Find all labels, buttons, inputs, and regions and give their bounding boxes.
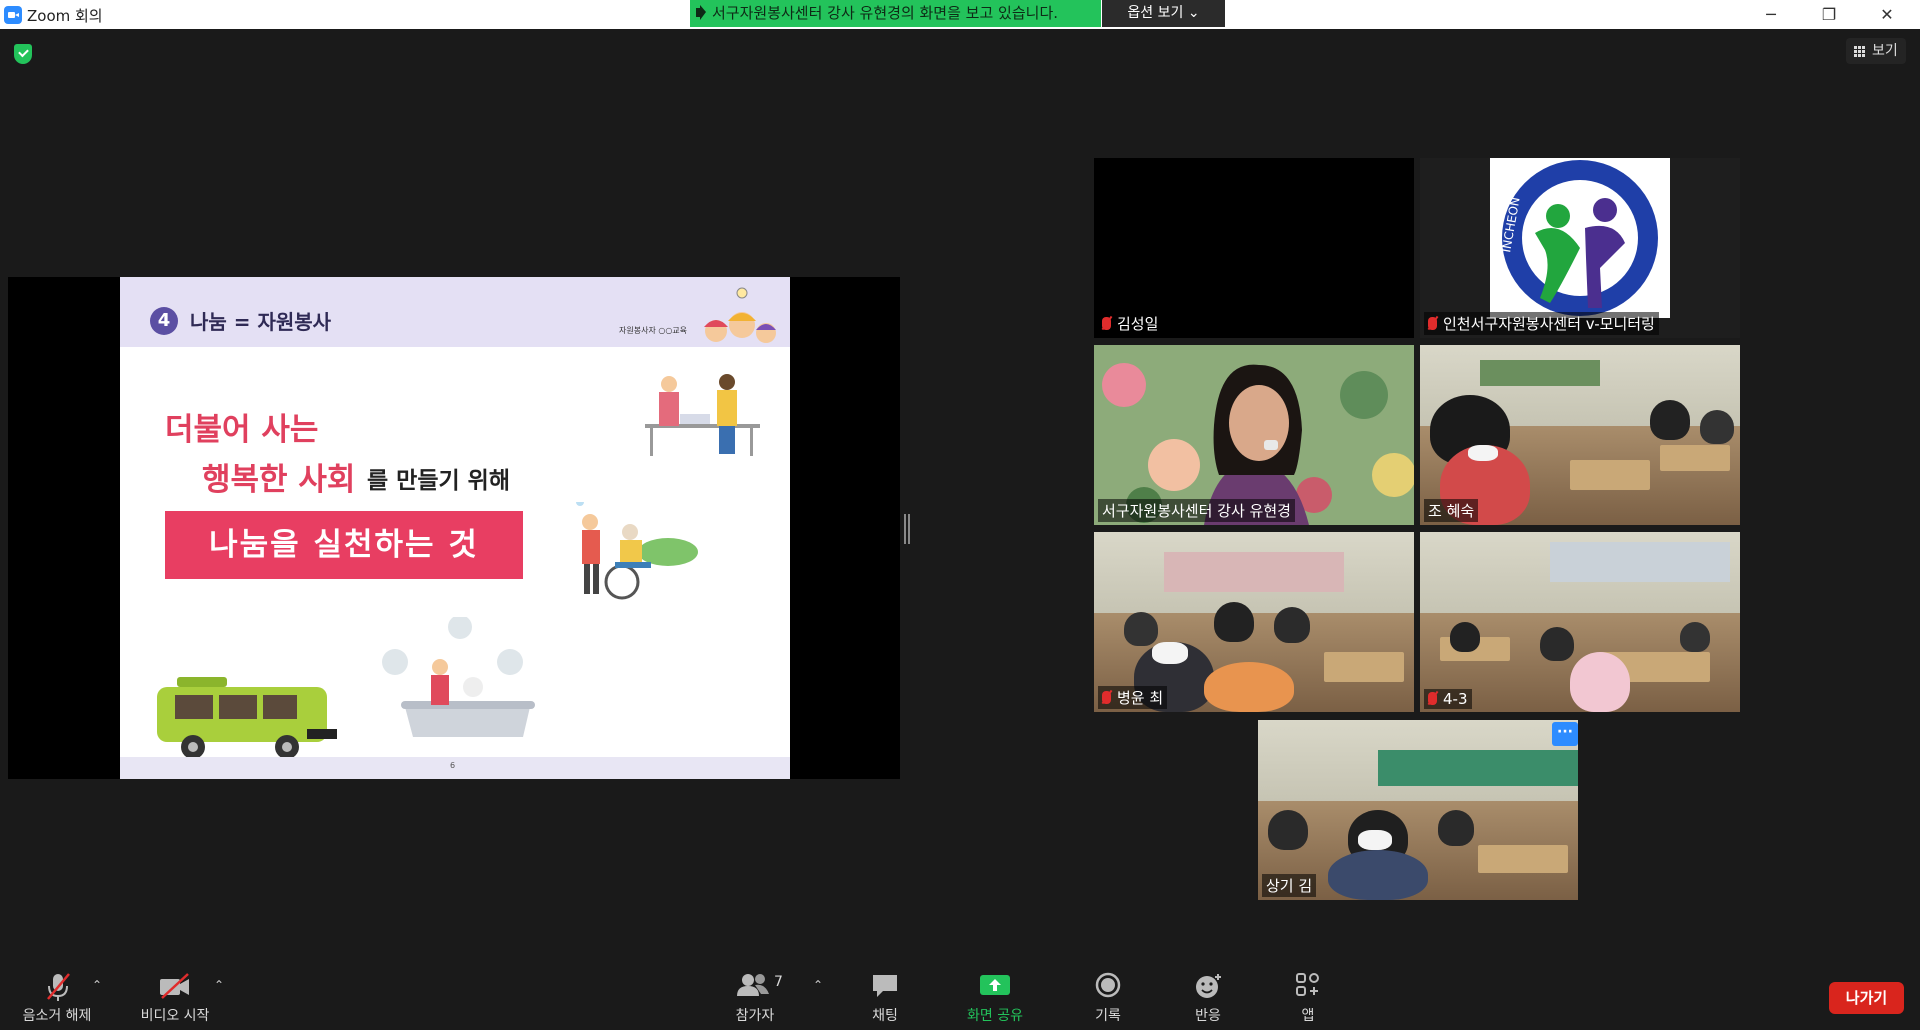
sharing-status-banner: 서구자원봉사센터 강사 유현경의 화면을 보고 있습니다. (690, 0, 1101, 27)
restore-button[interactable]: ❐ (1806, 0, 1852, 29)
meeting-toolbar: 음소거 해제 ⌃ 비디오 시작 ⌃ 참가자 7 ⌃ 채팅 화면 공유 기록 반응… (0, 960, 1920, 1030)
participants-icon (737, 974, 769, 996)
chat-bubble-icon (873, 975, 897, 997)
apps-icon (1296, 973, 1319, 996)
muted-mic-icon (1102, 691, 1111, 704)
video-tile-2[interactable]: INCHEON 인천서구자원봉사센터 v-모니터링 (1420, 158, 1740, 338)
start-video-label: 비디오 시작 (140, 1008, 210, 1024)
slide-page-number: 6 (450, 761, 456, 770)
participant-name-label: 조 혜숙 (1424, 499, 1479, 522)
start-video-button[interactable]: 비디오 시작 (130, 960, 220, 1030)
participants-label: 참가자 (735, 1008, 775, 1024)
video-tile-4[interactable]: 조 혜숙 (1420, 345, 1740, 525)
participant-name-label: 4-3 (1424, 689, 1472, 709)
slide-logo-text: 자원봉사자 ○○교육 (619, 326, 688, 335)
minimize-button[interactable]: ─ (1748, 0, 1794, 29)
close-button[interactable]: ✕ (1864, 0, 1910, 29)
volunteer-center-logo: INCHEON (1490, 158, 1670, 318)
share-screen-button[interactable]: 화면 공유 (955, 960, 1035, 1030)
bathing-elder-illustration (382, 617, 535, 737)
classroom-video (1258, 720, 1578, 900)
volunteer-van-illustration (157, 677, 337, 759)
participant-name-label: 병윤 최 (1098, 686, 1168, 709)
record-icon (1095, 972, 1121, 998)
participants-button[interactable]: 참가자 (715, 960, 795, 1030)
speaker-icon (696, 5, 706, 20)
apps-button[interactable]: 앱 (1268, 960, 1348, 1030)
video-tile-6[interactable]: 4-3 (1420, 532, 1740, 712)
record-button[interactable]: 기록 (1068, 960, 1148, 1030)
participant-name-label: 상기 김 (1262, 874, 1317, 897)
slide-callout-text: 나눔을 실천하는 것 (209, 527, 479, 563)
reaction-emoji-icon (1196, 974, 1221, 998)
muted-microphone-icon (47, 973, 70, 1001)
slide-text-highlight: 행복한 사회 (202, 462, 356, 498)
reactions-button[interactable]: 반응 (1168, 960, 1248, 1030)
chat-button[interactable]: 채팅 (845, 960, 925, 1030)
tile-more-options-button[interactable]: ··· (1552, 722, 1578, 746)
window-title: Zoom 회의 (27, 7, 103, 25)
slide-text-line1: 더불어 사는 (165, 412, 319, 448)
splitter-handle[interactable] (904, 514, 910, 544)
sharing-status-text: 서구자원봉사센터 강사 유현경의 화면을 보고 있습니다. (712, 4, 1059, 22)
slide-callout-box: 나눔을 실천하는 것 (165, 511, 523, 579)
participant-name-label: 서구자원봉사센터 강사 유현경 (1098, 499, 1295, 522)
video-options-caret[interactable]: ⌃ (214, 978, 224, 992)
leave-meeting-button[interactable]: 나가기 (1829, 982, 1904, 1014)
unmute-label: 음소거 해제 (22, 1008, 92, 1024)
classroom-video (1094, 532, 1414, 712)
share-screen-label: 화면 공유 (967, 1008, 1023, 1024)
presentation-slide: 4 나눔 = 자원봉사 자원봉사자 ○○교육 더불어 사는 행복한 사회 를 만… (120, 277, 790, 779)
reactions-label: 반응 (1195, 1008, 1221, 1024)
participants-options-caret[interactable]: ⌃ (813, 978, 823, 992)
muted-mic-icon (1428, 692, 1437, 705)
video-off-icon (160, 973, 189, 999)
participant-name-label: 인천서구자원봉사센터 v-모니터링 (1424, 312, 1659, 335)
muted-mic-icon (1102, 317, 1111, 330)
participants-count: 7 (774, 974, 783, 990)
audio-options-caret[interactable]: ⌃ (92, 978, 102, 992)
presenter-video (1094, 345, 1414, 525)
muted-mic-icon (1428, 317, 1437, 330)
classroom-video (1420, 532, 1740, 712)
slide-text-line2: 를 만들기 위해 (367, 468, 510, 494)
apps-label: 앱 (1301, 1008, 1315, 1024)
video-tile-5[interactable]: 병윤 최 (1094, 532, 1414, 712)
participant-name-label: 김성일 (1098, 312, 1163, 335)
video-tile-1[interactable]: 김성일 (1094, 158, 1414, 338)
share-screen-icon (980, 975, 1010, 995)
video-tile-7[interactable]: ··· 상기 김 (1258, 720, 1578, 900)
zoom-logo-icon (4, 6, 22, 24)
video-tile-3[interactable]: 서구자원봉사센터 강사 유현경 (1094, 345, 1414, 525)
grid-icon (1854, 46, 1866, 58)
chat-label: 채팅 (872, 1008, 898, 1024)
shared-screen[interactable]: 4 나눔 = 자원봉사 자원봉사자 ○○교육 더불어 사는 행복한 사회 를 만… (8, 277, 900, 779)
slide-section-title: 나눔 = 자원봉사 (190, 310, 332, 334)
classroom-video (1420, 345, 1740, 525)
mascot-children-illustration (704, 287, 776, 343)
volunteers-table-illustration (645, 374, 760, 456)
security-shield-icon[interactable] (14, 44, 32, 64)
section-number-badge: 4 (150, 307, 178, 335)
unmute-button[interactable]: 음소거 해제 (12, 960, 102, 1030)
view-button-label: 보기 (1872, 43, 1898, 59)
record-label: 기록 (1095, 1008, 1121, 1024)
view-options-button[interactable]: 옵션 보기 ⌄ (1102, 0, 1225, 27)
wheelchair-helper-illustration (576, 502, 698, 600)
gallery-view-button[interactable]: 보기 (1846, 38, 1906, 64)
